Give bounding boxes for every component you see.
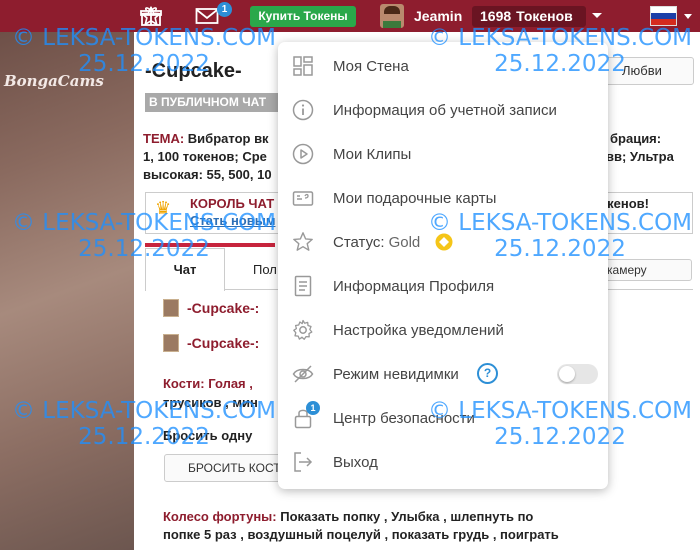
tab-users[interactable]: Пол xyxy=(253,262,277,277)
menu-item-my-clips[interactable]: Мои Клипы xyxy=(278,132,608,176)
menu-item-account-info[interactable]: Информация об учетной записи xyxy=(278,88,608,132)
tab-chat[interactable]: Чат xyxy=(145,248,225,291)
menu-item-security-center[interactable]: Центр безопасности xyxy=(278,396,608,440)
topic-text-2b: вв; Ультра xyxy=(606,149,674,164)
wheel-text-1: Показать попку , Улыбка , шлепнуть по xyxy=(280,509,534,524)
logout-icon xyxy=(294,452,313,472)
menu-label: Моя Стена xyxy=(333,58,409,75)
username[interactable]: Jeamin xyxy=(414,8,462,24)
gear-icon xyxy=(293,319,313,340)
video-stream[interactable] xyxy=(0,32,134,550)
language-flag-icon[interactable] xyxy=(650,6,677,26)
help-icon[interactable]: ? xyxy=(477,363,498,384)
topic-text-3: высокая: 55, 500, 10 xyxy=(143,167,272,182)
menu-label: Выход xyxy=(333,454,378,471)
dice-message: Кости: Голая , трусиков , мин xyxy=(163,374,258,412)
menu-label: Информация об учетной записи xyxy=(333,102,557,119)
invisible-mode-toggle[interactable] xyxy=(557,364,598,384)
love-button[interactable]: Любви xyxy=(604,57,694,85)
chat-avatar xyxy=(163,334,179,352)
camera-button[interactable]: камеру xyxy=(600,259,692,281)
king-title: КОРОЛЬ ЧАТ xyxy=(190,196,275,211)
star-favorite-icon[interactable] xyxy=(140,5,162,27)
menu-item-notification-settings[interactable]: Настройка уведомлений xyxy=(278,308,608,352)
menu-item-my-wall[interactable]: Моя Стена xyxy=(278,44,608,88)
public-chat-bar: В ПУБЛИЧНОМ ЧАТ xyxy=(145,93,280,112)
menu-label: Настройка уведомлений xyxy=(333,322,504,339)
menu-label: Информация Профиля xyxy=(333,278,495,295)
topic-label: ТЕМА: xyxy=(143,131,185,146)
chat-author[interactable]: -Cupcake-: xyxy=(187,300,259,316)
gift-card-icon xyxy=(292,191,314,206)
account-dropdown-menu: Моя Стена Информация об учетной записи М… xyxy=(278,42,608,489)
topic-text-1b: брация: xyxy=(610,131,662,146)
wheel-of-fortune-message: Колесо фортуны: Показать попку , Улыбка … xyxy=(163,508,633,544)
token-count: 1698 xyxy=(480,8,512,24)
topic-text-2a: 1, 100 токенов; Сре xyxy=(143,149,267,164)
menu-label: Мои подарочные карты xyxy=(333,190,497,207)
language-chevron-icon[interactable] xyxy=(684,14,692,19)
wall-icon xyxy=(293,56,313,76)
account-menu-chevron-icon[interactable] xyxy=(592,13,602,18)
topic-text-1a: Вибратор вк xyxy=(187,131,269,146)
token-balance[interactable]: 1698 Токенов xyxy=(472,6,586,27)
chat-avatar xyxy=(163,299,179,317)
buy-tokens-button[interactable]: Купить Токены xyxy=(250,6,356,27)
chat-message: -Cupcake-: xyxy=(163,299,259,317)
token-label: Токенов xyxy=(516,8,573,24)
messages-count-badge: 1 xyxy=(217,2,232,17)
profile-doc-icon xyxy=(294,275,312,297)
dice-line-2: трусиков , мин xyxy=(163,395,258,410)
envelope-icon[interactable] xyxy=(195,7,219,25)
menu-item-gift-cards[interactable]: Мои подарочные карты xyxy=(278,176,608,220)
menu-item-logout[interactable]: Выход xyxy=(278,440,608,484)
throw-dice-button[interactable]: БРОСИТЬ КОСТ xyxy=(164,454,284,482)
status-label: Статус: xyxy=(333,234,385,251)
become-king-link[interactable]: Стать новым xyxy=(190,213,275,228)
wheel-label: Колесо фортуны: xyxy=(163,509,277,524)
tab-accent-stripe xyxy=(145,243,275,247)
room-title: -Cupcake- xyxy=(145,60,242,82)
eye-slash-icon xyxy=(292,365,314,383)
status-value: Gold xyxy=(388,234,421,251)
chat-message: -Cupcake-: xyxy=(163,334,259,352)
throw-dice-prompt: Бросить одну xyxy=(163,428,253,443)
gold-status-icon xyxy=(435,233,453,251)
chat-author[interactable]: -Cupcake-: xyxy=(187,335,259,351)
menu-label: Мои Клипы xyxy=(333,146,412,163)
menu-item-profile-info[interactable]: Информация Профиля xyxy=(278,264,608,308)
brand-logo: BongaCams xyxy=(4,72,104,90)
security-badge: 1 xyxy=(306,401,320,415)
play-icon xyxy=(292,143,314,165)
menu-label: Статус: Gold xyxy=(333,234,420,251)
info-icon xyxy=(292,99,314,121)
dice-line-1: Кости: Голая , xyxy=(163,376,253,391)
topic-line-1: ТЕМА: Вибратор вк xyxy=(143,131,269,146)
menu-label: Режим невидимки xyxy=(333,366,459,383)
menu-label: Центр безопасности xyxy=(333,410,475,427)
crown-icon: ♛ xyxy=(155,198,172,218)
wheel-text-2: попке 5 раз , воздушный поцелуй , показа… xyxy=(163,527,559,542)
star-icon xyxy=(293,232,313,251)
user-avatar[interactable] xyxy=(380,4,404,28)
